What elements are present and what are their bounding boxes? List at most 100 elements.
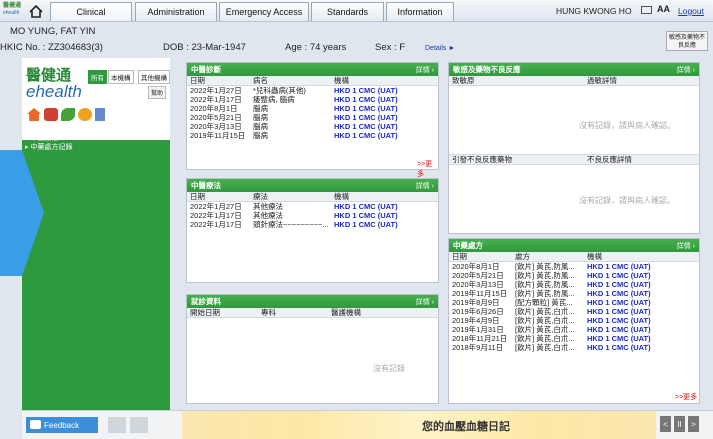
- therapy-header: 中醫療法 詳情 ›: [187, 179, 438, 192]
- pager-pause-button[interactable]: II: [674, 416, 685, 432]
- allergy-panel: 敏感及藥物不良反應 詳情 › 致敏原 過敏詳情 沒有記錄，請與病人確認。 引發不…: [448, 62, 700, 234]
- row-item: 其他療法: [253, 202, 283, 211]
- row-institution: HKD 1 CMC (UAT): [334, 220, 398, 229]
- therapy-more-button[interactable]: 詳情 ›: [416, 181, 434, 191]
- row-date: 2022年1月27日: [190, 86, 242, 95]
- tab-standards[interactable]: Standards: [311, 2, 384, 21]
- home-icon[interactable]: [27, 108, 41, 121]
- table-header: 日期 病名 機構: [187, 76, 438, 86]
- row-institution: HKD 1 CMC (UAT): [587, 316, 651, 325]
- table-row[interactable]: 2020年5月21日 [飲片] 黃芪,防風... HKD 1 CMC (UAT): [449, 271, 699, 280]
- filter-other[interactable]: 其他機構: [138, 70, 170, 84]
- row-date: 2018年11月21日: [452, 334, 508, 343]
- filter-all[interactable]: 所有: [88, 70, 107, 84]
- table-row[interactable]: 2022年1月17日 其他療法 HKD 1 CMC (UAT): [187, 211, 438, 220]
- plant-icon[interactable]: [78, 108, 92, 121]
- allergy-button[interactable]: 敏感及藥物不良反應: [666, 31, 708, 51]
- filter-own[interactable]: 本機構: [108, 70, 134, 84]
- row-item: [飲片] 黃芪,白朮...: [515, 334, 575, 343]
- logout-link[interactable]: Logout: [678, 6, 704, 16]
- table-row[interactable]: 2019年11月15日 [飲片] 黃芪,防風... HKD 1 CMC (UAT): [449, 289, 699, 298]
- table-row[interactable]: 2020年8月1日 腦病 HKD 1 CMC (UAT): [187, 104, 438, 113]
- sidebar-item-therapy[interactable]: ▸ 中醫療法: [25, 134, 72, 143]
- medicine-icon[interactable]: [44, 108, 58, 121]
- diagnosis-more-button[interactable]: 詳情 ›: [416, 65, 434, 75]
- row-item: 其他療法: [253, 211, 283, 220]
- table-row[interactable]: 2019年1月31日 [飲片] 黃芪,白朮... HKD 1 CMC (UAT): [449, 325, 699, 334]
- table-row[interactable]: 2019年6月26日 [飲片] 黃芪,白朮... HKD 1 CMC (UAT): [449, 307, 699, 316]
- home-icon: [29, 4, 43, 18]
- tab-administration[interactable]: Administration: [135, 2, 217, 21]
- row-institution: HKD 1 CMC (UAT): [334, 202, 398, 211]
- table-row[interactable]: 2018年11月21日 [飲片] 黃芪,白朮... HKD 1 CMC (UAT): [449, 334, 699, 343]
- row-date: 2019年6月26日: [452, 307, 504, 316]
- row-institution: HKD 1 CMC (UAT): [587, 289, 651, 298]
- pager-prev-button[interactable]: <: [660, 416, 671, 432]
- patient-sex: Sex : F: [375, 42, 406, 53]
- diagnosis-more-link[interactable]: >>更多: [417, 159, 438, 179]
- promo-banner[interactable]: 您的血壓血糖日記: [182, 411, 656, 439]
- banner-text: 您的血壓血糖日記: [422, 421, 510, 433]
- home-button[interactable]: [25, 2, 47, 20]
- table-row[interactable]: 2022年1月17日 頭針療法~~~~~~~~~... HKD 1 CMC (UAT…: [187, 220, 438, 229]
- tab-emergency-access[interactable]: Emergency Access: [219, 2, 309, 21]
- prescription-more-link[interactable]: >>更多: [675, 392, 697, 402]
- row-institution: HKD 1 CMC (UAT): [587, 343, 651, 352]
- table-row[interactable]: 2019年8月9日 [配方顆粒] 黃芪... HKD 1 CMC (UAT): [449, 298, 699, 307]
- table-row[interactable]: 2022年1月17日 痿躄病, 腦病 HKD 1 CMC (UAT): [187, 95, 438, 104]
- thumbs-down-icon[interactable]: [130, 417, 148, 433]
- mail-icon[interactable]: [641, 6, 652, 14]
- user-name: HUNG KWONG HO: [556, 6, 632, 16]
- row-institution: HKD 1 CMC (UAT): [334, 86, 398, 95]
- row-institution: HKD 1 CMC (UAT): [587, 298, 651, 307]
- thumbs-up-icon[interactable]: [108, 417, 126, 433]
- table-row[interactable]: 2018年9月11日 [飲片] 黃芪,白朮... HKD 1 CMC (UAT): [449, 343, 699, 352]
- row-item: 腦病: [253, 122, 268, 131]
- row-item: [飲片] 黃芪,白朮...: [515, 307, 575, 316]
- details-link[interactable]: Details ►: [425, 45, 455, 52]
- table-row[interactable]: 2020年5月21日 腦病 HKD 1 CMC (UAT): [187, 113, 438, 122]
- table-row[interactable]: 2020年3月13日 腦病 HKD 1 CMC (UAT): [187, 122, 438, 131]
- row-date: 2020年3月13日: [452, 280, 504, 289]
- row-institution: HKD 1 CMC (UAT): [587, 307, 651, 316]
- table-row[interactable]: 2022年1月27日 *兒科蟲病(其他) HKD 1 CMC (UAT): [187, 86, 438, 95]
- prescription-more-button[interactable]: 詳情 ›: [677, 241, 695, 251]
- sidebar-item-diagnosis[interactable]: ▸ 中醫診斷: [25, 125, 72, 134]
- adverse-empty: 沒有記錄，請與病人確認。: [579, 196, 675, 205]
- row-item: [飲片] 黃芪,白朮...: [515, 343, 575, 352]
- patient-hkic: HKIC No. : ZZ304683(3): [0, 42, 103, 53]
- pager-next-button[interactable]: >: [688, 416, 699, 432]
- row-date: 2019年4月9日: [452, 316, 500, 325]
- row-date: 2020年8月1日: [452, 262, 500, 271]
- panel-title: 敏感及藥物不良反應: [453, 65, 521, 74]
- document-icon[interactable]: [95, 108, 105, 121]
- tab-information[interactable]: Information: [386, 2, 454, 21]
- font-size-toggle[interactable]: AA: [657, 4, 670, 14]
- bottom-bar: Feedback 您的血壓血糖日記 < II >: [22, 410, 713, 439]
- row-institution: HKD 1 CMC (UAT): [587, 325, 651, 334]
- table-header: 引發不良反應藥物 不良反應詳情: [449, 154, 699, 165]
- row-institution: HKD 1 CMC (UAT): [587, 334, 651, 343]
- help-button[interactable]: 幫助: [148, 86, 167, 99]
- table-row[interactable]: 2019年11月15日 腦病 HKD 1 CMC (UAT): [187, 131, 438, 140]
- row-item: 痿躄病, 腦病: [253, 95, 295, 104]
- tab-clinical[interactable]: Clinical: [50, 2, 132, 21]
- row-item: 腦病: [253, 113, 268, 122]
- table-header: 日期 處方 機構: [449, 252, 699, 262]
- sidebar: 醫健通 ehealth 所有 本機構 其他機構 幫助 ▸ 中醫診斷 ▸ 中醫療法…: [22, 58, 170, 410]
- table-row[interactable]: 2020年8月1日 [飲片] 黃芪,防風... HKD 1 CMC (UAT): [449, 262, 699, 271]
- allergy-empty: 沒有記錄，請與病人確認。: [579, 121, 675, 130]
- row-item: [飲片] 黃芪,防風...: [515, 262, 575, 271]
- consultation-header: 就診資料 詳情 ›: [187, 295, 438, 308]
- sidebar-item-label: 中醫診斷: [30, 126, 59, 133]
- herb-icon[interactable]: [61, 108, 75, 121]
- allergy-more-button[interactable]: 詳情 ›: [677, 65, 695, 75]
- row-date: 2019年11月15日: [452, 289, 508, 298]
- sidebar-item-prescription[interactable]: ▸ 中藥處方記錄: [25, 143, 72, 152]
- table-row[interactable]: 2020年3月13日 [飲片] 黃芪,防風... HKD 1 CMC (UAT): [449, 280, 699, 289]
- table-row[interactable]: 2019年4月9日 [飲片] 黃芪,白朮... HKD 1 CMC (UAT): [449, 316, 699, 325]
- row-item: [飲片] 黃芪,防風...: [515, 271, 575, 280]
- consultation-more-button[interactable]: 詳情 ›: [416, 297, 434, 307]
- table-row[interactable]: 2022年1月27日 其他療法 HKD 1 CMC (UAT): [187, 202, 438, 211]
- feedback-button[interactable]: Feedback: [26, 417, 98, 433]
